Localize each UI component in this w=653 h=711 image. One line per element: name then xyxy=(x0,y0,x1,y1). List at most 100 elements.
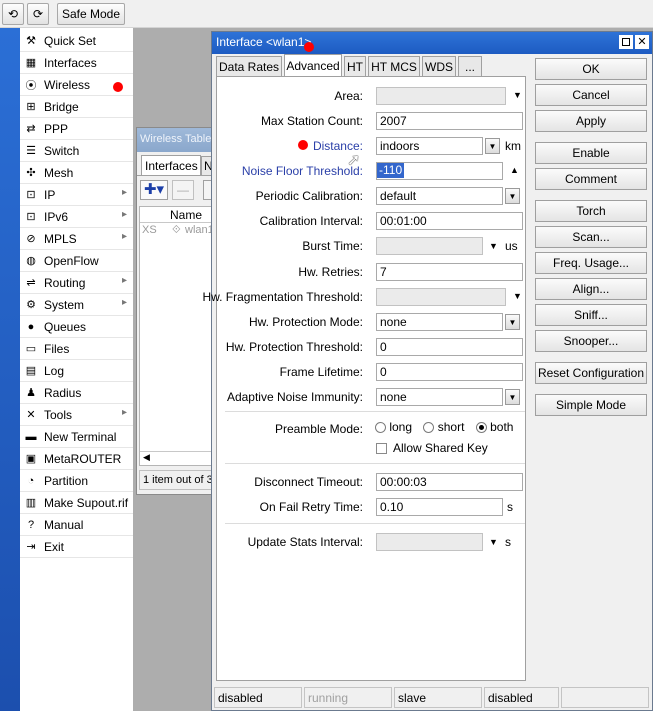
submenu-arrow-icon: ▸ xyxy=(121,209,127,220)
sidebar-item-manual[interactable]: ? Manual xyxy=(20,514,133,536)
wireless-tables-title[interactable]: Wireless Tables xyxy=(137,128,215,152)
metarouter-icon: ▣ xyxy=(25,453,37,465)
area-field[interactable] xyxy=(376,87,506,105)
table-row[interactable]: XS ⟐ wlan1 xyxy=(140,223,214,239)
sniff-button[interactable]: Sniff... xyxy=(535,304,647,326)
sidebar-item-make-supout-rif[interactable]: ▥ Make Supout.rif xyxy=(20,492,133,514)
sidebar-item-ipv6[interactable]: ⊡ IPv6 ▸ xyxy=(20,206,133,228)
area-dropdown-icon[interactable]: ▼ xyxy=(513,90,522,100)
hw-prot-mode-dropdown-icon[interactable]: ▼ xyxy=(505,314,520,330)
freq-usage-button[interactable]: Freq. Usage... xyxy=(535,252,647,274)
scroll-left-icon[interactable]: ◀ xyxy=(140,451,214,465)
sidebar-item-mesh[interactable]: ✣ Mesh xyxy=(20,162,133,184)
sidebar-item-ppp[interactable]: ⇄ PPP xyxy=(20,118,133,140)
sidebar-item-new-terminal[interactable]: ▬ New Terminal xyxy=(20,426,133,448)
add-icon[interactable]: ✚▾ xyxy=(140,180,168,200)
sidebar-item-label: Radius xyxy=(44,385,82,400)
adaptive-noise-field[interactable]: none xyxy=(376,388,503,406)
preamble-long-radio[interactable]: long xyxy=(375,420,412,434)
sidebar-item-system[interactable]: ⚙ System ▸ xyxy=(20,294,133,316)
cancel-button[interactable]: Cancel xyxy=(535,84,647,106)
snooper-button[interactable]: Snooper... xyxy=(535,330,647,352)
sidebar-item-files[interactable]: ▭ Files xyxy=(20,338,133,360)
sidebar-item-label: Partition xyxy=(44,473,89,488)
sidebar-item-bridge[interactable]: ⊞ Bridge xyxy=(20,96,133,118)
adaptive-noise-dropdown-icon[interactable]: ▼ xyxy=(505,389,520,405)
hw-retries-field[interactable]: 7 xyxy=(376,263,523,281)
update-stats-field[interactable] xyxy=(376,533,483,551)
sidebar-item-queues[interactable]: ● Queues xyxy=(20,316,133,338)
hw-frag-dropdown-icon[interactable]: ▼ xyxy=(513,291,522,301)
sidebar-item-exit[interactable]: ⇥ Exit xyxy=(20,536,133,558)
sidebar-item-label: Mesh xyxy=(44,165,74,180)
allow-shared-key-checkbox[interactable] xyxy=(376,443,387,454)
frame-lifetime-field[interactable]: 0 xyxy=(376,363,523,381)
area-label: Area: xyxy=(334,89,363,103)
distance-field[interactable]: indoors xyxy=(376,137,483,155)
sidebar-item-switch[interactable]: ☰ Switch xyxy=(20,140,133,162)
tab-ht[interactable]: HT xyxy=(344,56,366,77)
update-stats-dropdown-icon[interactable]: ▼ xyxy=(489,537,498,547)
torch-button[interactable]: Torch xyxy=(535,200,647,222)
enable-button[interactable]: Enable xyxy=(535,142,647,164)
sidebar-item-log[interactable]: ▤ Log xyxy=(20,360,133,382)
sidebar-item-interfaces[interactable]: ▦ Interfaces xyxy=(20,52,133,74)
max-station-count-field[interactable]: 2007 xyxy=(376,112,523,130)
burst-time-field[interactable] xyxy=(376,237,483,255)
col-name-header[interactable]: Name xyxy=(170,208,202,222)
periodic-calibration-field[interactable]: default xyxy=(376,187,503,205)
safe-mode-button[interactable]: Safe Mode xyxy=(57,3,125,25)
tab-data-rates[interactable]: Data Rates xyxy=(216,56,282,77)
apply-button[interactable]: Apply xyxy=(535,110,647,132)
sidebar-item-label: Wireless xyxy=(44,77,91,92)
scan-button[interactable]: Scan... xyxy=(535,226,647,248)
tab-interfaces[interactable]: Interfaces xyxy=(141,155,201,175)
hw-prot-threshold-field[interactable]: 0 xyxy=(376,338,523,356)
sidebar-item-partition[interactable]: ◔ Partition xyxy=(20,470,133,492)
close-icon[interactable]: ✕ xyxy=(635,35,649,49)
advanced-panel: Area: ▼ Max Station Count: 2007 Distance… xyxy=(202,76,526,681)
disconnect-timeout-field[interactable]: 00:00:03 xyxy=(376,473,523,491)
sidebar-item-metarouter[interactable]: ▣ MetaROUTER xyxy=(20,448,133,470)
routing-icon: ⇌ xyxy=(26,277,36,289)
on-fail-retry-field[interactable]: 0.10 xyxy=(376,498,503,516)
remove-icon[interactable]: — xyxy=(172,180,194,200)
sidebar-item-mpls[interactable]: ⊘ MPLS ▸ xyxy=(20,228,133,250)
calibration-interval-field[interactable]: 00:01:00 xyxy=(376,212,523,230)
quick-set-icon: ⚒ xyxy=(26,35,36,47)
sidebar-item-routing[interactable]: ⇌ Routing ▸ xyxy=(20,272,133,294)
ok-button[interactable]: OK xyxy=(535,58,647,80)
redo-icon[interactable]: ⟳ xyxy=(27,3,49,25)
preamble-both-radio[interactable]: both xyxy=(475,420,513,434)
distance-dropdown-icon[interactable]: ▼ xyxy=(485,138,500,154)
simple-mode-button[interactable]: Simple Mode xyxy=(535,394,647,416)
restore-icon[interactable] xyxy=(619,35,633,49)
periodic-calibration-dropdown-icon[interactable]: ▼ xyxy=(505,188,520,204)
align-button[interactable]: Align... xyxy=(535,278,647,300)
radius-icon: ♟ xyxy=(26,387,36,399)
submenu-arrow-icon: ▸ xyxy=(121,187,127,198)
submenu-arrow-icon: ▸ xyxy=(121,275,127,286)
sidebar-item-quick-set[interactable]: ⚒ Quick Set xyxy=(20,30,133,52)
tab-wds[interactable]: WDS xyxy=(422,56,456,77)
sidebar-item-radius[interactable]: ♟ Radius xyxy=(20,382,133,404)
comment-button[interactable]: Comment xyxy=(535,168,647,190)
hw-retries-label: Hw. Retries: xyxy=(298,265,363,279)
noise-floor-collapse-icon[interactable]: ▲ xyxy=(510,165,519,175)
hw-prot-mode-field[interactable]: none xyxy=(376,313,503,331)
preamble-short-radio[interactable]: short xyxy=(423,420,464,434)
sidebar-item-label: OpenFlow xyxy=(44,253,99,268)
tab-ht-mcs[interactable]: HT MCS xyxy=(368,56,420,77)
sidebar-item-ip[interactable]: ⊡ IP ▸ xyxy=(20,184,133,206)
burst-time-dropdown-icon[interactable]: ▼ xyxy=(489,241,498,251)
tab-advanced[interactable]: Advanced xyxy=(284,54,342,77)
tab-more[interactable]: ... xyxy=(458,56,482,77)
dialog-titlebar[interactable]: Interface <wlan1> ✕ xyxy=(212,32,652,54)
sidebar-item-tools[interactable]: ✕ Tools ▸ xyxy=(20,404,133,426)
reset-configuration-button[interactable]: Reset Configuration xyxy=(535,362,647,384)
sidebar-item-openflow[interactable]: ◍ OpenFlow xyxy=(20,250,133,272)
undo-icon[interactable]: ⟲ xyxy=(2,3,24,25)
noise-floor-field[interactable]: -110 xyxy=(376,162,503,180)
hw-frag-field[interactable] xyxy=(376,288,506,306)
status-cell: disabled xyxy=(214,687,302,708)
